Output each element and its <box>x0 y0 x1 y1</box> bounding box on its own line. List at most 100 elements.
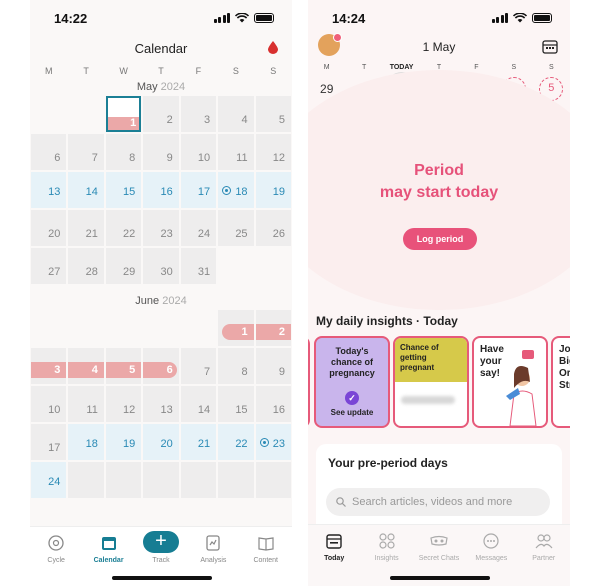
day-number: 9 <box>278 366 285 378</box>
day-cell[interactable]: 20 <box>143 424 179 460</box>
day-cell[interactable]: 4 <box>218 96 254 132</box>
day-cell[interactable] <box>68 462 104 498</box>
day-cell[interactable]: 10 <box>180 134 217 170</box>
today-screen: 14:24 Period may start today Log period … <box>308 0 570 586</box>
day-cell[interactable]: 16 <box>143 172 179 208</box>
day-cell[interactable]: 30 <box>143 248 179 284</box>
log-period-button[interactable]: Log period <box>403 228 477 250</box>
search-input[interactable]: Search articles, videos and more <box>326 488 550 516</box>
insight-card-partial-right[interactable]: Jo Big Or Str <box>551 336 570 428</box>
day-number: 20 <box>48 228 61 240</box>
day-cell[interactable]: 27 <box>31 248 67 284</box>
grid-icon <box>378 533 395 549</box>
day-cell[interactable]: 26 <box>255 210 291 246</box>
day-number: 26 <box>272 228 285 240</box>
insight-card-pregnancy-chance[interactable]: Today's chance of pregnancy ✓ See update <box>314 336 390 428</box>
day-cell[interactable]: 17 <box>31 424 67 460</box>
day-cell[interactable]: 5 <box>255 96 291 132</box>
day-cell[interactable]: 5 <box>105 348 142 384</box>
strip-weekday-label: F <box>474 64 479 71</box>
day-cell[interactable]: 7 <box>180 348 217 384</box>
day-cell[interactable]: 3 <box>31 348 67 384</box>
day-cell[interactable]: 7 <box>68 134 104 170</box>
day-cell[interactable]: 9 <box>143 134 179 170</box>
day-cell[interactable]: 18 <box>68 424 104 460</box>
day-cell[interactable]: 8 <box>218 348 254 384</box>
insight-card-have-your-say[interactable]: Have your say! <box>472 336 548 428</box>
day-cell[interactable]: 20 <box>31 210 67 246</box>
day-cell[interactable]: 25 <box>218 210 254 246</box>
day-cell[interactable]: 13 <box>31 172 67 208</box>
day-cell-today[interactable]: 1 <box>105 96 142 132</box>
day-cell[interactable]: 11 <box>218 134 254 170</box>
day-cell[interactable]: 8 <box>105 134 142 170</box>
day-number: 13 <box>160 404 173 416</box>
tab-partner[interactable]: Partner <box>521 529 567 586</box>
insights-carousel: Today's chance of pregnancy ✓ See update… <box>308 336 570 430</box>
blood-drop-icon[interactable] <box>268 41 278 54</box>
day-cell[interactable]: 14 <box>180 386 217 422</box>
day-cell[interactable]: 6 <box>143 348 179 384</box>
day-cell[interactable]: 23 <box>255 424 291 460</box>
day-cell[interactable]: 28 <box>68 248 104 284</box>
day-cell[interactable] <box>255 462 291 498</box>
day-cell[interactable]: 15 <box>105 172 142 208</box>
day-cell[interactable]: 12 <box>255 134 291 170</box>
day-cell[interactable]: 21 <box>180 424 217 460</box>
day-cell[interactable] <box>180 462 217 498</box>
home-indicator <box>390 576 490 580</box>
tab-content[interactable]: Content <box>243 531 289 586</box>
day-cell[interactable]: 3 <box>180 96 217 132</box>
day-cell[interactable]: 16 <box>255 386 291 422</box>
weekday-label: T <box>83 66 89 76</box>
day-cell[interactable]: 13 <box>143 386 179 422</box>
avatar[interactable] <box>318 33 342 56</box>
day-cell[interactable]: 21 <box>68 210 104 246</box>
day-cell[interactable]: 31 <box>180 248 217 284</box>
day-cell[interactable] <box>105 462 142 498</box>
day-number: 4 <box>91 364 98 376</box>
day-cell[interactable]: 12 <box>105 386 142 422</box>
day-cell[interactable]: 6 <box>31 134 67 170</box>
day-cell[interactable]: 18 <box>218 172 254 208</box>
day-cell[interactable]: 23 <box>143 210 179 246</box>
day-cell[interactable]: 1 <box>218 310 254 346</box>
strip-weekday-label: TODAY <box>389 64 414 71</box>
day-number: 19 <box>123 438 136 450</box>
plus-icon: + <box>142 531 179 553</box>
day-cell[interactable]: 2 <box>255 310 291 346</box>
tab-cycle[interactable]: Cycle <box>33 531 79 586</box>
calendar-icon[interactable] <box>542 39 558 54</box>
day-cell[interactable] <box>143 462 179 498</box>
day-cell[interactable]: 22 <box>218 424 254 460</box>
day-number: 5 <box>129 364 136 376</box>
day-cell[interactable]: 17 <box>180 172 217 208</box>
day-cell[interactable]: 24 <box>31 462 67 498</box>
day-cell[interactable]: 29 <box>105 248 142 284</box>
insight-card-partial[interactable] <box>308 336 310 428</box>
header: Calendar <box>30 36 292 60</box>
day-cell[interactable]: 9 <box>255 348 291 384</box>
tab-today[interactable]: Today <box>311 529 357 586</box>
day-cell[interactable]: 19 <box>255 172 291 208</box>
search-icon <box>336 497 346 507</box>
cycle-icon <box>48 535 64 551</box>
day-cell[interactable]: 11 <box>68 386 104 422</box>
day-cell[interactable] <box>218 462 254 498</box>
day-cell[interactable]: 2 <box>143 96 179 132</box>
day-number: 28 <box>85 266 98 278</box>
day-cell[interactable]: 19 <box>105 424 142 460</box>
day-cell[interactable]: 22 <box>105 210 142 246</box>
weekday-label: M <box>44 66 53 76</box>
day-number: 27 <box>48 266 61 278</box>
day-cell[interactable]: 10 <box>31 386 67 422</box>
day-cell[interactable]: 4 <box>68 348 104 384</box>
day-cell[interactable]: 14 <box>68 172 104 208</box>
day-cell[interactable]: 24 <box>180 210 217 246</box>
day-cell[interactable]: 15 <box>218 386 254 422</box>
calendar-screen: 14:22 Calendar MTWTFSS May 2024 12345678… <box>30 0 292 586</box>
insight-card-getting-pregnant[interactable]: Chance of getting pregnant <box>393 336 469 428</box>
book-icon <box>258 537 274 551</box>
day-number: 17 <box>197 186 211 198</box>
day-number: 22 <box>235 438 248 450</box>
